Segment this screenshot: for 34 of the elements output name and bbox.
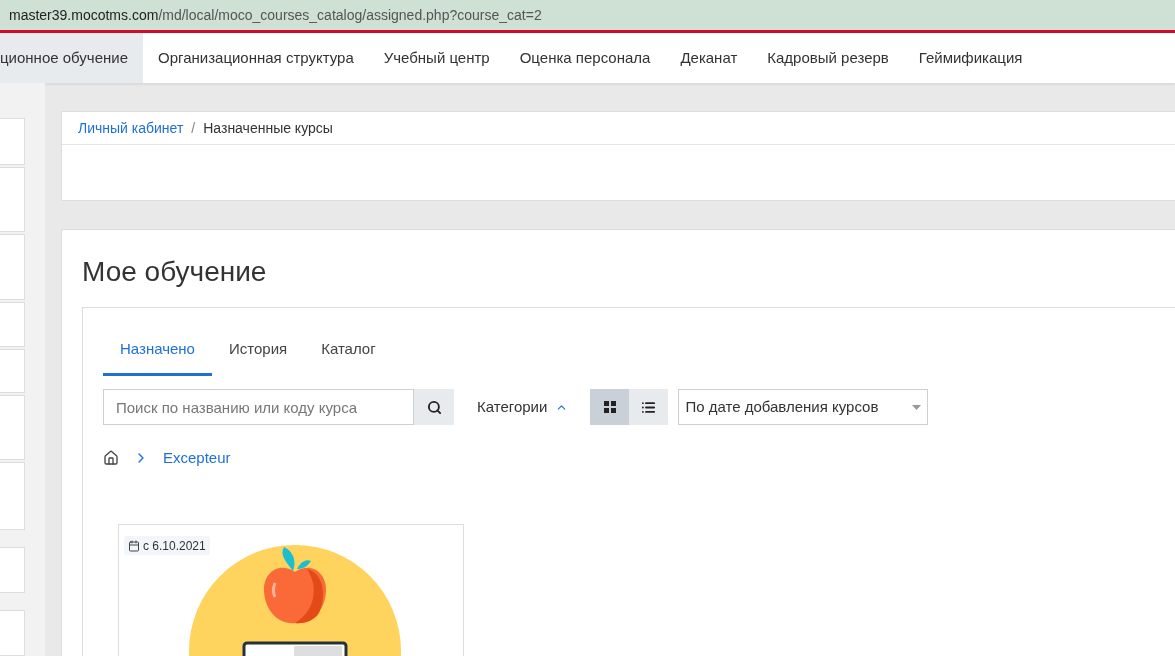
sidebar-card [0, 118, 25, 166]
tab[interactable]: Каталог [304, 332, 393, 376]
sort-select[interactable]: По дате добавления курсов [678, 389, 929, 425]
categories-toggle[interactable]: Категории [477, 395, 569, 419]
grid-icon [603, 401, 616, 413]
sidebar-card [0, 546, 25, 593]
search-icon [426, 399, 442, 415]
nav-item[interactable]: Организационная структура [143, 33, 369, 83]
category-link[interactable]: Excepteur [163, 446, 231, 470]
tab[interactable]: История [211, 332, 305, 376]
tab[interactable]: Назначено [103, 332, 212, 376]
view-mode-button[interactable] [590, 389, 630, 425]
search-button[interactable] [414, 389, 454, 425]
home-icon[interactable] [103, 450, 119, 466]
breadcrumb-separator: / [191, 118, 196, 138]
sidebar-card [0, 609, 25, 656]
nav-item[interactable]: ционное обучение [0, 33, 143, 83]
nav-item[interactable]: Учебный центр [368, 33, 505, 83]
dropdown-caret-icon [912, 404, 922, 410]
date-badge: с 6.10.2021 [124, 536, 210, 555]
search-field[interactable]: Поиск по названию или коду курса [103, 389, 414, 425]
calendar-icon [128, 539, 140, 552]
sidebar-card [0, 167, 25, 233]
view-mode-button[interactable] [629, 389, 669, 425]
sidebar-card [0, 462, 25, 530]
breadcrumb-link[interactable]: Личный кабинет [78, 117, 184, 139]
nav-item[interactable]: Оценка персонала [504, 33, 666, 83]
course-card[interactable]: с 6.10.2021 [118, 524, 464, 656]
list-icon [641, 399, 657, 415]
nav-item[interactable]: Геймификация [903, 33, 1038, 83]
breadcrumb-current: Назначенные курсы [203, 118, 333, 138]
nav-item[interactable]: Кадровый резерв [752, 33, 904, 83]
nav-item[interactable]: Деканат [665, 33, 753, 83]
page-title: Мое обучение [82, 255, 268, 289]
